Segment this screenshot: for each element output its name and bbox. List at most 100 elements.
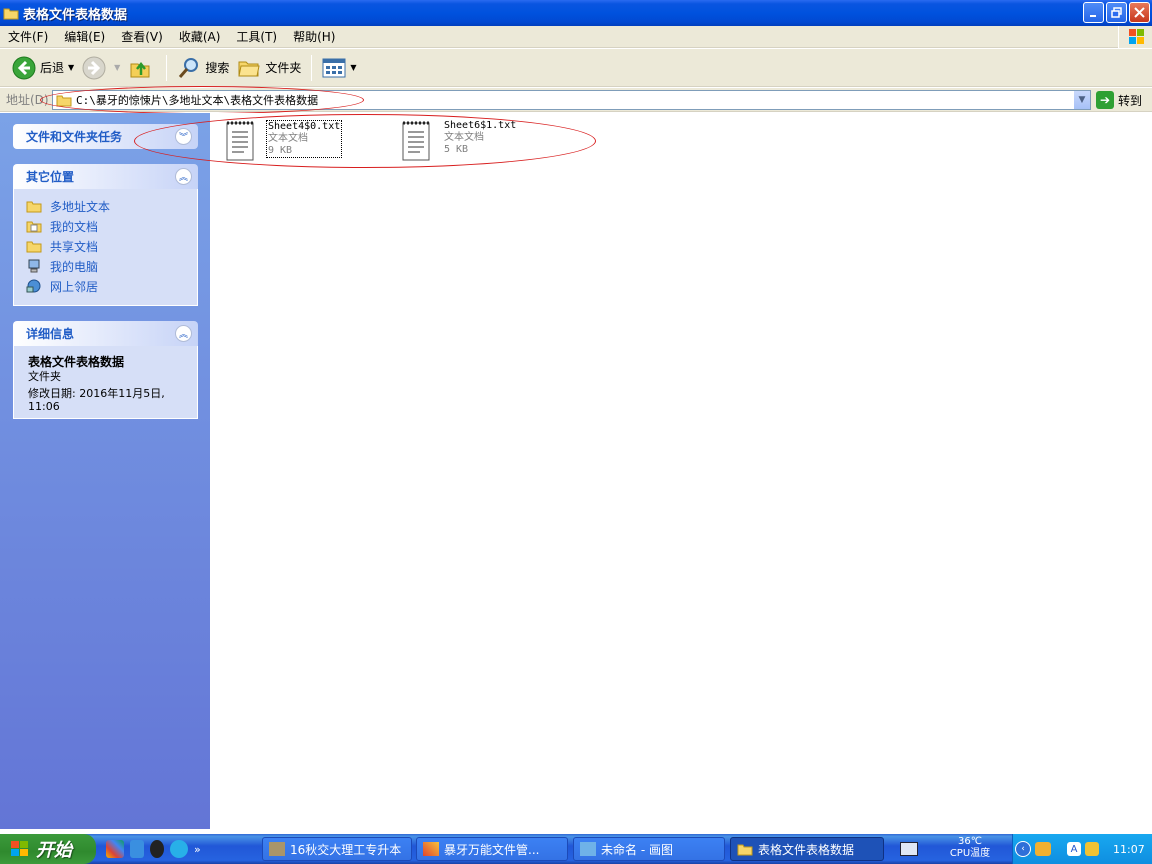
clock[interactable]: 11:07	[1113, 843, 1145, 856]
file-type: 文本文档	[268, 133, 308, 144]
place-link-shared-documents[interactable]: 共享文档	[26, 236, 185, 256]
views-dropdown-icon[interactable]: ▼	[350, 63, 356, 72]
windows-flag-icon	[11, 841, 28, 856]
close-button[interactable]	[1129, 2, 1150, 23]
shield-icon[interactable]	[1085, 842, 1099, 856]
network-icon	[26, 279, 41, 293]
address-label: 地址(D)	[6, 93, 49, 107]
menu-edit[interactable]: 编辑(E)	[56, 26, 113, 48]
places-panel-header[interactable]: 其它位置 ︽	[13, 164, 198, 189]
tasks-panel-header[interactable]: 文件和文件夹任务 ︾	[13, 124, 198, 149]
details-panel-body: 表格文件表格数据 文件夹 修改日期: 2016年11月5日, 11:06	[13, 346, 198, 419]
back-label: 后退	[40, 61, 65, 75]
details-name: 表格文件表格数据	[28, 355, 125, 369]
tasks-panel: 文件和文件夹任务 ︾	[13, 124, 198, 149]
menu-file[interactable]: 文件(F)	[0, 26, 56, 48]
file-size: 9 KB	[268, 145, 293, 156]
file-item[interactable]: Sheet6$1.txt 文本文档 5 KB	[400, 120, 516, 162]
menu-bar: 文件(F) 编辑(E) 查看(V) 收藏(A) 工具(T) 帮助(H)	[0, 26, 1152, 48]
paint-icon	[580, 842, 596, 856]
up-folder-icon	[130, 61, 150, 77]
menu-tools[interactable]: 工具(T)	[228, 26, 285, 48]
search-label: 搜索	[205, 61, 230, 75]
forward-arrow-icon	[82, 56, 106, 79]
folder-icon	[26, 201, 42, 213]
views-icon	[322, 58, 346, 77]
back-button[interactable]: 后退 ▼	[8, 52, 78, 84]
tray-app-icon[interactable]	[1035, 842, 1051, 856]
task-label: 表格文件表格数据	[758, 842, 855, 857]
file-name: Sheet6$1.txt	[444, 120, 517, 131]
task-pane: 文件和文件夹任务 ︾ 其它位置 ︽ 多地址文本 我的文档 共享文档 我的电脑 网…	[0, 113, 210, 829]
folder-icon	[737, 844, 753, 856]
start-button[interactable]: 开始	[0, 834, 96, 864]
file-manager-icon	[423, 842, 439, 856]
file-list-view[interactable]: Sheet4$0.txt 文本文档 9 KB Sheet6$1.txt 文本文档…	[210, 113, 1152, 829]
window-title: 表格文件表格数据	[23, 7, 128, 23]
taskbar-button[interactable]: 暴牙万能文件管...	[416, 837, 568, 861]
back-arrow-icon	[12, 56, 36, 79]
file-item[interactable]: Sheet4$0.txt 文本文档 9 KB	[224, 120, 343, 162]
restore-button[interactable]	[1106, 2, 1127, 23]
place-link-network[interactable]: 网上邻居	[26, 276, 185, 296]
collapse-icon[interactable]: ︽	[175, 168, 192, 185]
search-button[interactable]: 搜索	[173, 52, 233, 84]
go-label: 转到	[1118, 93, 1143, 108]
toolbar-separator	[166, 54, 168, 81]
forward-button[interactable]: ▼	[78, 52, 124, 84]
taskbar-button-active[interactable]: 表格文件表格数据	[730, 837, 884, 861]
menu-favorites[interactable]: 收藏(A)	[171, 26, 229, 48]
chevron-left-icon[interactable]: ‹	[1015, 841, 1031, 857]
folders-icon	[238, 61, 260, 76]
collapse-icon[interactable]: ︽	[175, 325, 192, 342]
back-dropdown-icon[interactable]: ▼	[68, 63, 74, 72]
folder-icon	[26, 241, 42, 253]
qq-icon[interactable]	[150, 840, 164, 858]
windows-logo-icon	[1118, 26, 1152, 48]
text-document-icon	[226, 121, 254, 161]
menu-help[interactable]: 帮助(H)	[285, 26, 343, 48]
folders-button[interactable]: 文件夹	[233, 52, 305, 84]
go-button[interactable]: ➔ 转到	[1096, 91, 1142, 109]
browser-icon[interactable]	[170, 840, 188, 858]
address-input[interactable]: C:\暴牙的惊悚片\多地址文本\表格文件表格数据 ▼	[52, 90, 1091, 110]
up-folder-button[interactable]	[124, 52, 160, 84]
taskbar-button[interactable]: 16秋交大理工专升本	[262, 837, 412, 861]
details-modified: 修改日期: 2016年11月5日, 11:06	[28, 387, 165, 413]
place-link-multi-address-text[interactable]: 多地址文本	[26, 196, 185, 216]
address-path: C:\暴牙的惊悚片\多地址文本\表格文件表格数据	[76, 94, 319, 107]
taskbar-button[interactable]: 未命名 - 画图	[573, 837, 725, 861]
my-computer-icon	[28, 259, 40, 273]
title-bar: 表格文件表格数据	[0, 0, 1152, 26]
details-type: 文件夹	[28, 370, 61, 383]
restore-icon	[1111, 7, 1122, 18]
places-panel-body: 多地址文本 我的文档 共享文档 我的电脑 网上邻居	[13, 189, 198, 306]
chevron-right-icon[interactable]: »	[194, 843, 201, 856]
forward-dropdown-icon[interactable]: ▼	[114, 63, 120, 72]
app-launcher-icon[interactable]	[106, 840, 124, 858]
place-label: 我的文档	[50, 219, 99, 234]
toolbar-separator	[311, 54, 313, 81]
antivirus-icon[interactable]: A	[1067, 842, 1081, 856]
cpu-temp-label: CPU温度	[949, 848, 991, 859]
place-label: 网上邻居	[50, 279, 99, 294]
file-type: 文本文档	[444, 132, 484, 143]
places-panel: 其它位置 ︽ 多地址文本 我的文档 共享文档 我的电脑 网上邻居	[13, 164, 198, 306]
expand-icon[interactable]: ︾	[175, 128, 192, 145]
taskbar: 开始 » 16秋交大理工专升本 暴牙万能文件管... 未命名 - 画图 表格文件…	[0, 834, 1152, 864]
file-size: 5 KB	[444, 144, 469, 155]
file-label: Sheet6$1.txt 文本文档 5 KB	[444, 120, 516, 156]
minimize-button[interactable]	[1083, 2, 1104, 23]
details-panel-header[interactable]: 详细信息 ︽	[13, 321, 198, 346]
start-label: 开始	[36, 840, 72, 861]
place-label: 多地址文本	[50, 199, 111, 214]
task-label: 16秋交大理工专升本	[290, 842, 402, 857]
keyboard-icon[interactable]	[900, 842, 918, 856]
menu-view[interactable]: 查看(V)	[113, 26, 171, 48]
address-bar: 地址(D) C:\暴牙的惊悚片\多地址文本\表格文件表格数据 ▼ ➔ 转到	[0, 88, 1152, 112]
views-button[interactable]: ▼	[318, 52, 360, 84]
ie-icon[interactable]	[130, 840, 144, 858]
place-link-my-computer[interactable]: 我的电脑	[26, 256, 185, 276]
address-dropdown-icon[interactable]: ▼	[1073, 91, 1090, 109]
place-link-my-documents[interactable]: 我的文档	[26, 216, 185, 236]
